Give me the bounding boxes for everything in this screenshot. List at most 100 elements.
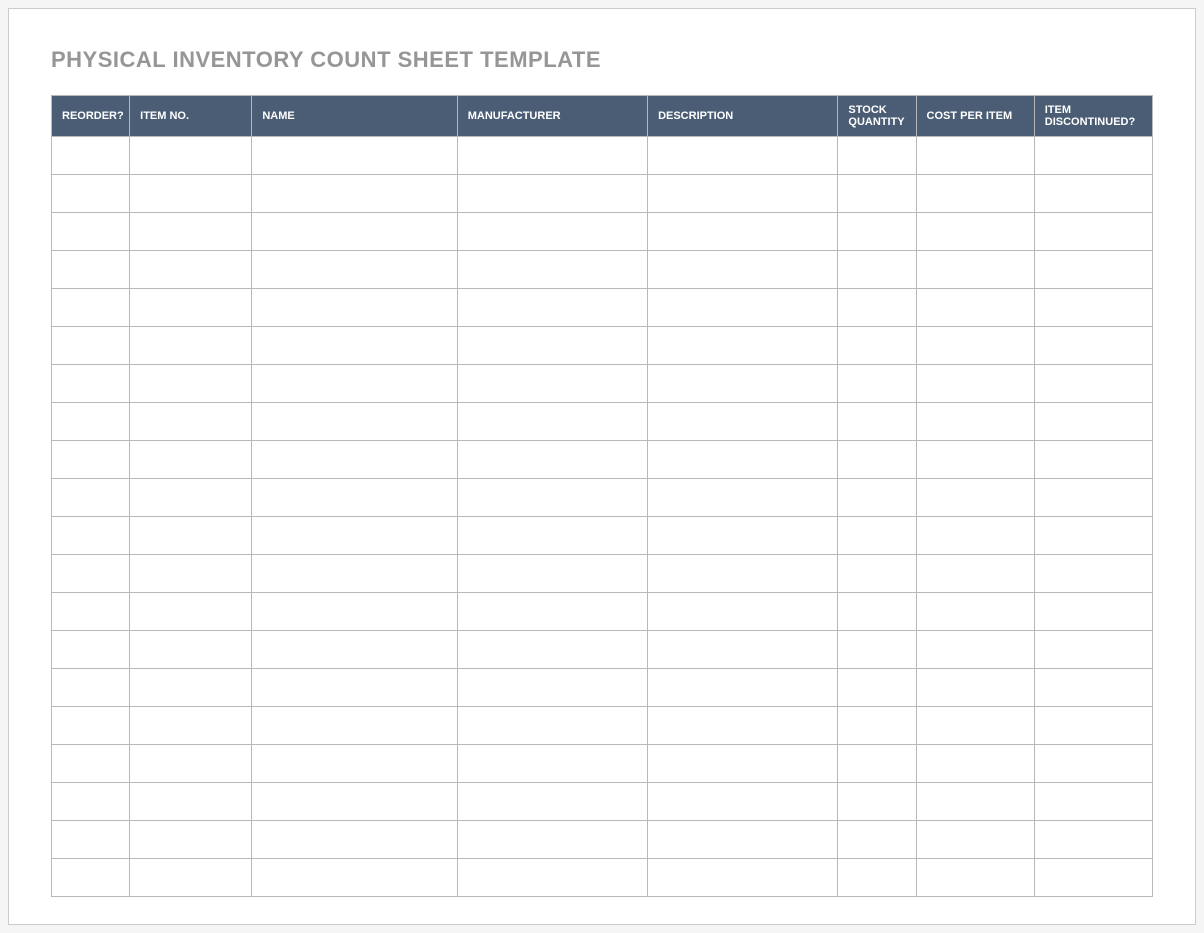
table-cell[interactable] xyxy=(648,479,838,517)
table-cell[interactable] xyxy=(648,327,838,365)
table-cell[interactable] xyxy=(52,859,130,897)
table-cell[interactable] xyxy=(1034,175,1152,213)
table-cell[interactable] xyxy=(252,745,457,783)
table-cell[interactable] xyxy=(916,631,1034,669)
table-cell[interactable] xyxy=(52,593,130,631)
table-cell[interactable] xyxy=(130,403,252,441)
table-cell[interactable] xyxy=(252,441,457,479)
table-cell[interactable] xyxy=(457,479,647,517)
table-cell[interactable] xyxy=(1034,745,1152,783)
table-cell[interactable] xyxy=(838,783,916,821)
table-cell[interactable] xyxy=(916,213,1034,251)
table-cell[interactable] xyxy=(252,403,457,441)
table-cell[interactable] xyxy=(1034,555,1152,593)
table-cell[interactable] xyxy=(916,251,1034,289)
table-cell[interactable] xyxy=(52,441,130,479)
table-cell[interactable] xyxy=(1034,213,1152,251)
table-cell[interactable] xyxy=(838,631,916,669)
table-cell[interactable] xyxy=(838,707,916,745)
table-cell[interactable] xyxy=(457,745,647,783)
table-cell[interactable] xyxy=(457,137,647,175)
table-cell[interactable] xyxy=(130,213,252,251)
table-cell[interactable] xyxy=(252,593,457,631)
table-cell[interactable] xyxy=(252,137,457,175)
table-cell[interactable] xyxy=(648,707,838,745)
table-cell[interactable] xyxy=(130,593,252,631)
table-cell[interactable] xyxy=(130,631,252,669)
table-cell[interactable] xyxy=(838,403,916,441)
table-cell[interactable] xyxy=(252,707,457,745)
table-cell[interactable] xyxy=(648,175,838,213)
table-cell[interactable] xyxy=(52,555,130,593)
table-cell[interactable] xyxy=(130,669,252,707)
table-cell[interactable] xyxy=(1034,327,1152,365)
table-cell[interactable] xyxy=(130,175,252,213)
table-cell[interactable] xyxy=(648,289,838,327)
table-cell[interactable] xyxy=(457,175,647,213)
table-cell[interactable] xyxy=(130,327,252,365)
table-cell[interactable] xyxy=(52,403,130,441)
table-cell[interactable] xyxy=(130,707,252,745)
table-cell[interactable] xyxy=(1034,783,1152,821)
table-cell[interactable] xyxy=(457,517,647,555)
table-cell[interactable] xyxy=(130,517,252,555)
table-cell[interactable] xyxy=(252,821,457,859)
table-cell[interactable] xyxy=(838,821,916,859)
table-cell[interactable] xyxy=(130,821,252,859)
table-cell[interactable] xyxy=(648,441,838,479)
table-cell[interactable] xyxy=(1034,137,1152,175)
table-cell[interactable] xyxy=(1034,251,1152,289)
table-cell[interactable] xyxy=(916,593,1034,631)
table-cell[interactable] xyxy=(130,745,252,783)
table-cell[interactable] xyxy=(52,137,130,175)
table-cell[interactable] xyxy=(838,365,916,403)
table-cell[interactable] xyxy=(252,365,457,403)
table-cell[interactable] xyxy=(52,631,130,669)
table-cell[interactable] xyxy=(52,821,130,859)
table-cell[interactable] xyxy=(457,289,647,327)
table-cell[interactable] xyxy=(916,441,1034,479)
table-cell[interactable] xyxy=(838,479,916,517)
table-cell[interactable] xyxy=(252,289,457,327)
table-cell[interactable] xyxy=(916,517,1034,555)
table-cell[interactable] xyxy=(838,859,916,897)
table-cell[interactable] xyxy=(52,175,130,213)
table-cell[interactable] xyxy=(52,251,130,289)
table-cell[interactable] xyxy=(916,403,1034,441)
table-cell[interactable] xyxy=(916,669,1034,707)
table-cell[interactable] xyxy=(130,555,252,593)
table-cell[interactable] xyxy=(457,365,647,403)
table-cell[interactable] xyxy=(252,669,457,707)
table-cell[interactable] xyxy=(648,821,838,859)
table-cell[interactable] xyxy=(130,365,252,403)
table-cell[interactable] xyxy=(648,365,838,403)
table-cell[interactable] xyxy=(457,441,647,479)
table-cell[interactable] xyxy=(916,707,1034,745)
table-cell[interactable] xyxy=(457,403,647,441)
table-cell[interactable] xyxy=(1034,859,1152,897)
table-cell[interactable] xyxy=(52,365,130,403)
table-cell[interactable] xyxy=(838,745,916,783)
table-cell[interactable] xyxy=(457,707,647,745)
table-cell[interactable] xyxy=(916,479,1034,517)
table-cell[interactable] xyxy=(130,859,252,897)
table-cell[interactable] xyxy=(252,251,457,289)
table-cell[interactable] xyxy=(457,327,647,365)
table-cell[interactable] xyxy=(838,517,916,555)
table-cell[interactable] xyxy=(130,137,252,175)
table-cell[interactable] xyxy=(52,327,130,365)
table-cell[interactable] xyxy=(648,137,838,175)
table-cell[interactable] xyxy=(52,783,130,821)
table-cell[interactable] xyxy=(838,593,916,631)
table-cell[interactable] xyxy=(457,783,647,821)
table-cell[interactable] xyxy=(838,555,916,593)
table-cell[interactable] xyxy=(838,175,916,213)
table-cell[interactable] xyxy=(648,593,838,631)
table-cell[interactable] xyxy=(457,821,647,859)
table-cell[interactable] xyxy=(52,213,130,251)
table-cell[interactable] xyxy=(648,213,838,251)
table-cell[interactable] xyxy=(916,859,1034,897)
table-cell[interactable] xyxy=(1034,403,1152,441)
table-cell[interactable] xyxy=(1034,441,1152,479)
table-cell[interactable] xyxy=(1034,289,1152,327)
